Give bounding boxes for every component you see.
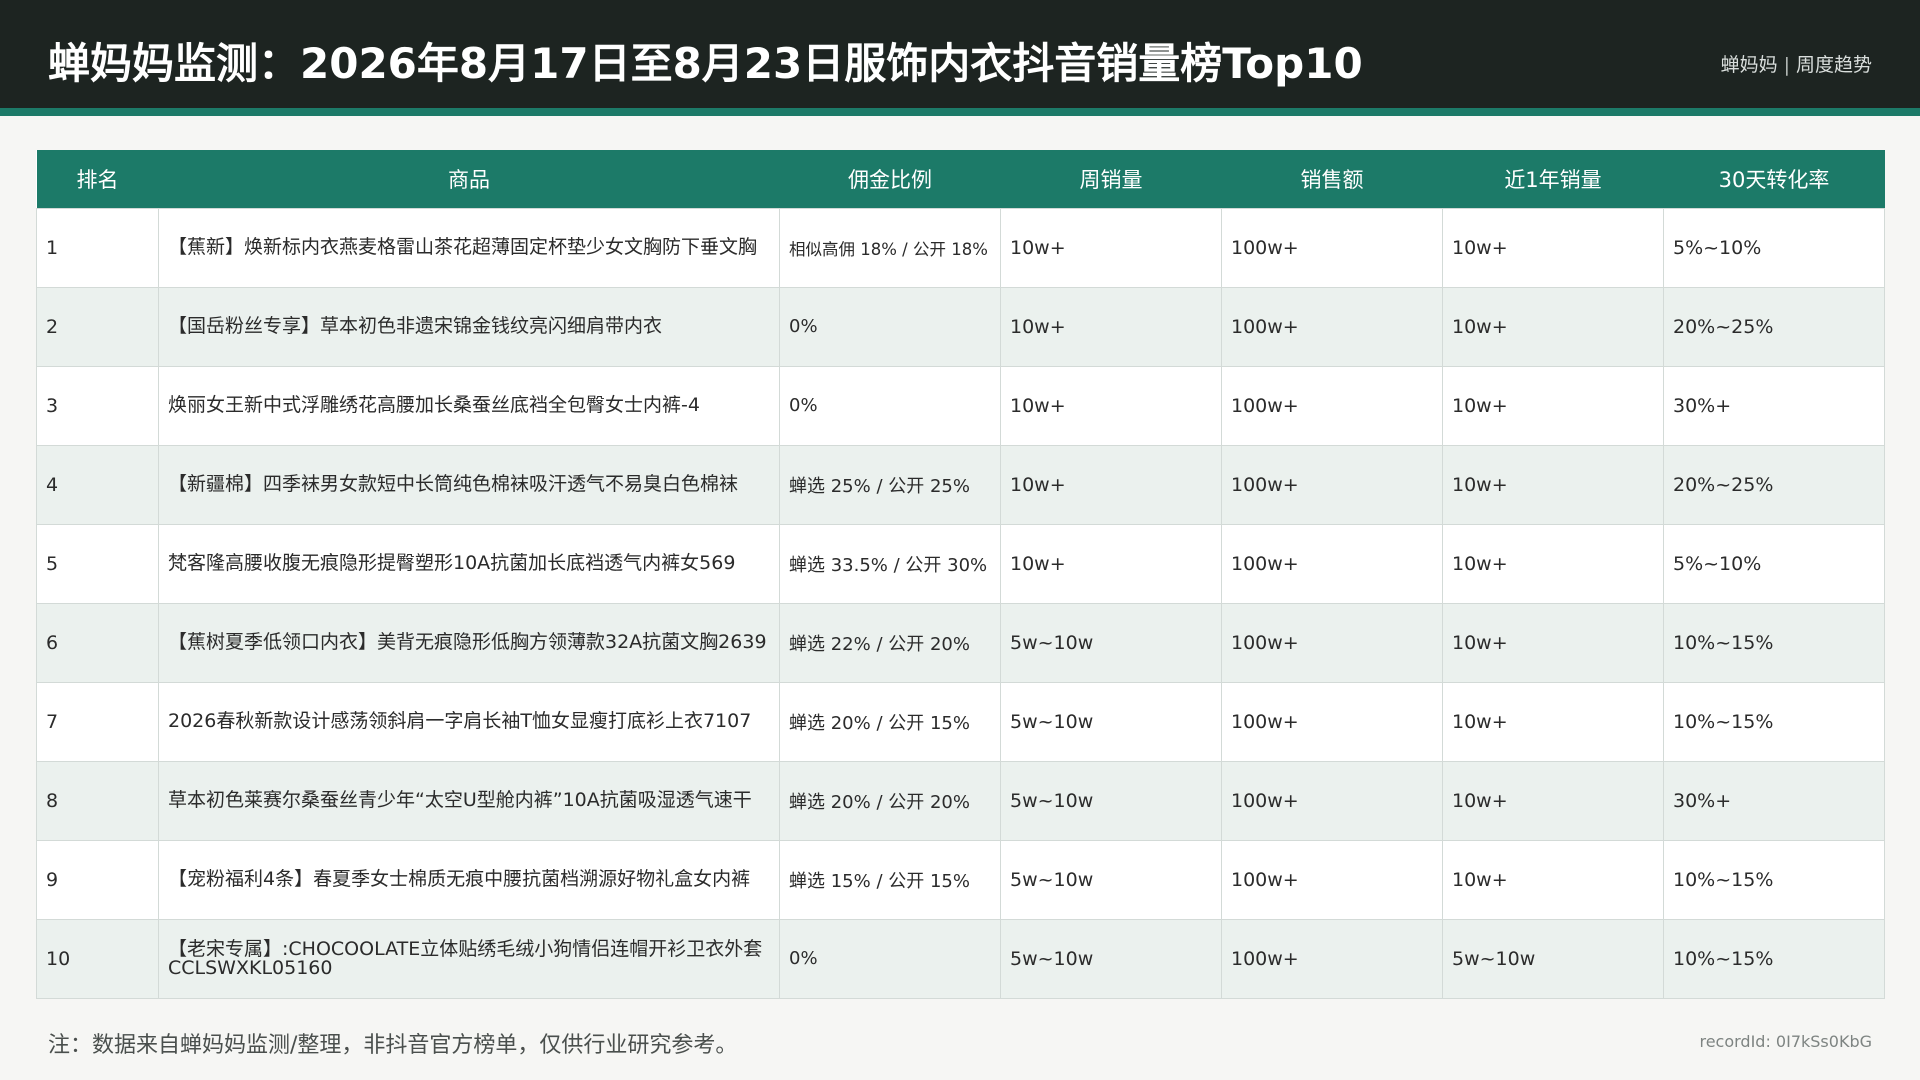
weekly-sales-cell: 10w+: [1000, 523, 1222, 604]
conversion-cell: 10%~15%: [1663, 602, 1885, 683]
product-cell: 【新疆棉】四季袜男女款短中长筒纯色棉袜吸汗透气不易臭白色棉袜: [158, 444, 780, 525]
product-cell: 梵客隆高腰收腹无痕隐形提臀塑形10A抗菌加长底裆透气内裤女569: [158, 523, 780, 604]
yearly-sales-cell: 10w+: [1442, 365, 1664, 446]
column-header-revenue: 销售额: [1300, 167, 1364, 192]
commission-cell: 蝉选 25% / 公开 25%: [779, 444, 1001, 525]
product-cell: 焕丽女王新中式浮雕绣花高腰加长桑蚕丝底裆全包臀女士内裤-4: [158, 365, 780, 446]
yearly-sales-cell: 10w+: [1442, 602, 1664, 683]
commission-cell: 蝉选 20% / 公开 15%: [779, 681, 1001, 762]
rank-cell: 5: [36, 523, 159, 604]
table-row: 10 【老宋专属】:CHOCOOLATE立体贴绣毛绒小狗情侣连帽开衫卫衣外套CC…: [36, 918, 1885, 999]
product-cell: 【蕉树夏季低领口内衣】美背无痕隐形低胸方领薄款32A抗菌文胸2639: [158, 602, 780, 683]
table-row: 2 【国岳粉丝专享】草本初色非遗宋锦金钱纹亮闪细肩带内衣 0% 10w+ 100…: [36, 286, 1885, 367]
revenue-cell: 100w+: [1221, 286, 1443, 367]
conversion-cell: 10%~15%: [1663, 839, 1885, 920]
yearly-sales-cell: 10w+: [1442, 286, 1664, 367]
table-row: 4 【新疆棉】四季袜男女款短中长筒纯色棉袜吸汗透气不易臭白色棉袜 蝉选 25% …: [36, 444, 1885, 525]
yearly-sales-cell: 10w+: [1442, 760, 1664, 841]
table-header-row: 排名 商品 佣金比例 周销量 销售额 近1年销量 30天转化率: [36, 150, 1885, 208]
commission-cell: 蝉选 22% / 公开 20%: [779, 602, 1001, 683]
product-cell: 草本初色莱赛尔桑蚕丝青少年“太空U型舱内裤”10A抗菌吸湿透气速干: [158, 760, 780, 841]
yearly-sales-cell: 5w~10w: [1442, 918, 1664, 999]
commission-cell: 0%: [779, 365, 1001, 446]
brand-subtitle: 周度趋势: [1795, 54, 1872, 76]
commission-cell: 0%: [779, 918, 1001, 999]
column-header-yearly-sales: 近1年销量: [1504, 167, 1602, 192]
conversion-cell: 5%~10%: [1663, 207, 1885, 288]
weekly-sales-cell: 5w~10w: [1000, 918, 1222, 999]
table-row: 3 焕丽女王新中式浮雕绣花高腰加长桑蚕丝底裆全包臀女士内裤-4 0% 10w+ …: [36, 365, 1885, 446]
rank-cell: 6: [36, 602, 159, 683]
revenue-cell: 100w+: [1221, 602, 1443, 683]
conversion-cell: 20%~25%: [1663, 286, 1885, 367]
conversion-cell: 20%~25%: [1663, 444, 1885, 525]
yearly-sales-cell: 10w+: [1442, 523, 1664, 604]
table-row: 7 2026春秋新款设计感荡领斜肩一字肩长袖T恤女显瘦打底衫上衣7107 蝉选 …: [36, 681, 1885, 762]
column-header-commission: 佣金比例: [848, 167, 932, 192]
ranking-table-container: 排名 商品 佣金比例 周销量 销售额 近1年销量 30天转化率 1 【蕉新】焕新…: [36, 150, 1885, 999]
rank-cell: 2: [36, 286, 159, 367]
commission-cell: 相似高佣 18% / 公开 18%: [779, 207, 1001, 288]
brand-name: 蝉妈妈: [1720, 54, 1778, 76]
rank-cell: 1: [36, 207, 159, 288]
weekly-sales-cell: 10w+: [1000, 286, 1222, 367]
rank-cell: 4: [36, 444, 159, 525]
yearly-sales-cell: 10w+: [1442, 839, 1664, 920]
revenue-cell: 100w+: [1221, 444, 1443, 525]
product-cell: 【国岳粉丝专享】草本初色非遗宋锦金钱纹亮闪细肩带内衣: [158, 286, 780, 367]
table-row: 1 【蕉新】焕新标内衣燕麦格雷山茶花超薄固定杯垫少女文胸防下垂文胸 相似高佣 1…: [36, 207, 1885, 288]
table-row: 9 【宠粉福利4条】春夏季女士棉质无痕中腰抗菌档溯源好物礼盒女内裤 蝉选 15%…: [36, 839, 1885, 920]
page-header: 蝉妈妈监测：2026年8月17日至8月23日服饰内衣抖音销量榜Top10 蝉妈妈…: [0, 0, 1920, 116]
rank-cell: 9: [36, 839, 159, 920]
conversion-cell: 30%+: [1663, 365, 1885, 446]
weekly-sales-cell: 5w~10w: [1000, 681, 1222, 762]
commission-cell: 蝉选 20% / 公开 20%: [779, 760, 1001, 841]
rank-cell: 8: [36, 760, 159, 841]
column-header-conversion: 30天转化率: [1718, 167, 1830, 192]
brand-separator: |: [1783, 54, 1790, 76]
revenue-cell: 100w+: [1221, 918, 1443, 999]
commission-cell: 0%: [779, 286, 1001, 367]
weekly-sales-cell: 10w+: [1000, 365, 1222, 446]
product-cell: 【老宋专属】:CHOCOOLATE立体贴绣毛绒小狗情侣连帽开衫卫衣外套CCLSW…: [158, 918, 780, 999]
product-cell: 【宠粉福利4条】春夏季女士棉质无痕中腰抗菌档溯源好物礼盒女内裤: [158, 839, 780, 920]
rank-cell: 10: [36, 918, 159, 999]
weekly-sales-cell: 5w~10w: [1000, 602, 1222, 683]
column-header-weekly-sales: 周销量: [1079, 167, 1143, 192]
yearly-sales-cell: 10w+: [1442, 681, 1664, 762]
column-header-rank: 排名: [76, 167, 119, 192]
brand-label: 蝉妈妈 | 周度趋势: [1721, 50, 1872, 77]
revenue-cell: 100w+: [1221, 681, 1443, 762]
commission-cell: 蝉选 15% / 公开 15%: [779, 839, 1001, 920]
rank-cell: 7: [36, 681, 159, 762]
conversion-cell: 10%~15%: [1663, 918, 1885, 999]
weekly-sales-cell: 10w+: [1000, 207, 1222, 288]
revenue-cell: 100w+: [1221, 523, 1443, 604]
ranking-table: 排名 商品 佣金比例 周销量 销售额 近1年销量 30天转化率 1 【蕉新】焕新…: [36, 150, 1885, 999]
conversion-cell: 5%~10%: [1663, 523, 1885, 604]
conversion-cell: 30%+: [1663, 760, 1885, 841]
table-row: 8 草本初色莱赛尔桑蚕丝青少年“太空U型舱内裤”10A抗菌吸湿透气速干 蝉选 2…: [36, 760, 1885, 841]
table-row: 5 梵客隆高腰收腹无痕隐形提臀塑形10A抗菌加长底裆透气内裤女569 蝉选 33…: [36, 523, 1885, 604]
revenue-cell: 100w+: [1221, 760, 1443, 841]
product-cell: 【蕉新】焕新标内衣燕麦格雷山茶花超薄固定杯垫少女文胸防下垂文胸: [158, 207, 780, 288]
weekly-sales-cell: 10w+: [1000, 444, 1222, 525]
revenue-cell: 100w+: [1221, 365, 1443, 446]
footer-note: 注：数据来自蝉妈妈监测/整理，非抖音官方榜单，仅供行业研究参考。: [48, 1033, 738, 1058]
yearly-sales-cell: 10w+: [1442, 444, 1664, 525]
page-title: 蝉妈妈监测：2026年8月17日至8月23日服饰内衣抖音销量榜Top10: [48, 39, 1363, 88]
revenue-cell: 100w+: [1221, 207, 1443, 288]
table-row: 6 【蕉树夏季低领口内衣】美背无痕隐形低胸方领薄款32A抗菌文胸2639 蝉选 …: [36, 602, 1885, 683]
weekly-sales-cell: 5w~10w: [1000, 760, 1222, 841]
weekly-sales-cell: 5w~10w: [1000, 839, 1222, 920]
record-id: recordId: 0I7kSs0KbG: [1699, 1032, 1872, 1051]
yearly-sales-cell: 10w+: [1442, 207, 1664, 288]
conversion-cell: 10%~15%: [1663, 681, 1885, 762]
product-cell: 2026春秋新款设计感荡领斜肩一字肩长袖T恤女显瘦打底衫上衣7107: [158, 681, 780, 762]
rank-cell: 3: [36, 365, 159, 446]
commission-cell: 蝉选 33.5% / 公开 30%: [779, 523, 1001, 604]
column-header-product: 商品: [448, 167, 490, 192]
revenue-cell: 100w+: [1221, 839, 1443, 920]
